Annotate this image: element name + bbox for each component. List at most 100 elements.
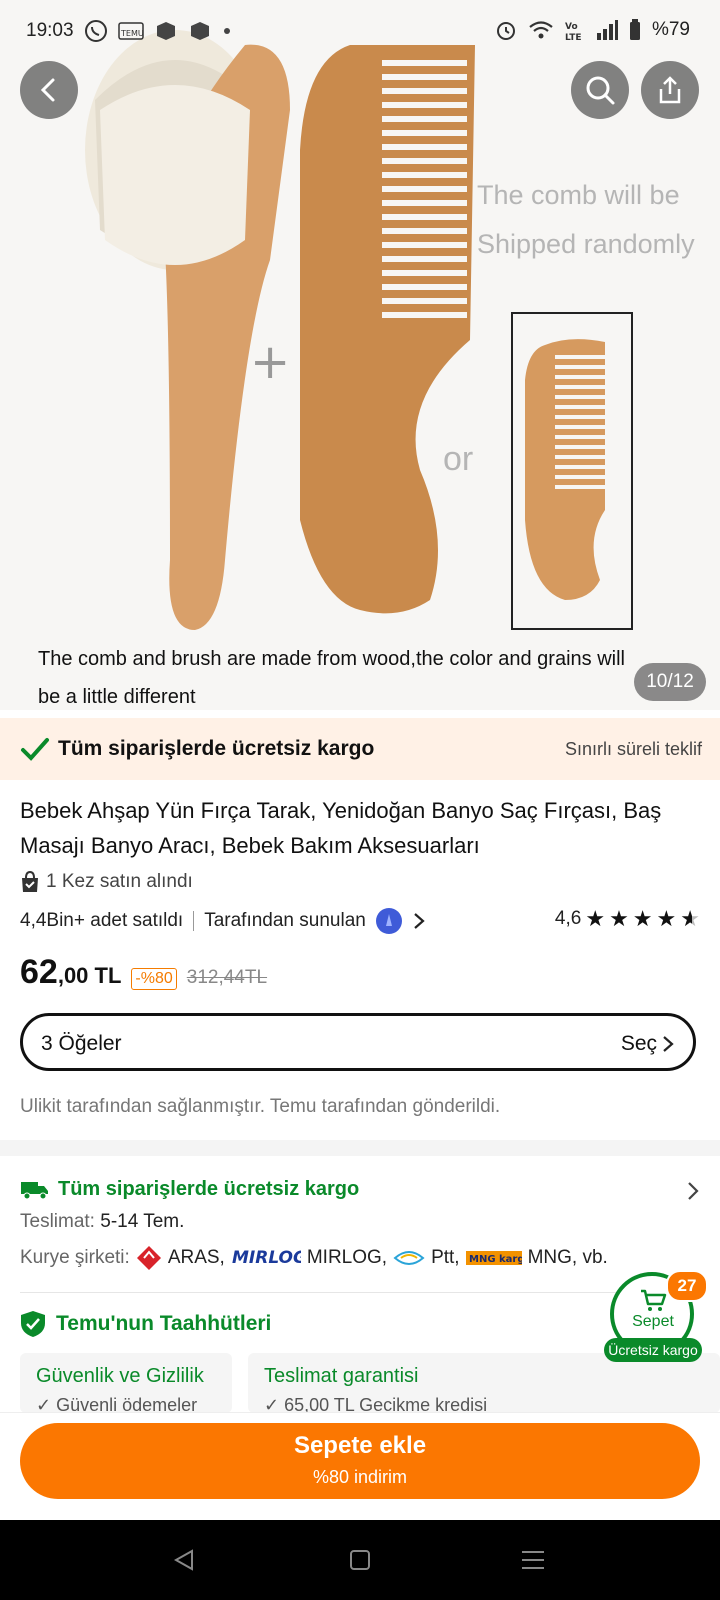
price-row: 62 ,00 TL -%80 312,44TL [20,953,267,992]
product-title: Bebek Ahşap Yün Fırça Tarak, Yenidoğan B… [20,798,662,858]
sold-row[interactable]: 4,4Bin+ adet satıldı Tarafından sunulan [20,908,426,934]
mng-logo-icon: MNG kargo [465,1251,522,1265]
chevron-left-icon [40,78,55,102]
cart-icon [641,1289,667,1311]
cart-button[interactable]: Sepet 27 Ücretsiz kargo [604,1270,708,1362]
volte-icon: VoLTE [565,22,582,42]
more-dot-icon [224,28,230,34]
svg-text:MIRLOG: MIRLOG [232,1248,301,1268]
nav-home-icon[interactable] [348,1548,372,1572]
card-heading: Teslimat garantisi [264,1365,419,1387]
svg-text:TEMU: TEMU [120,29,144,38]
card-heading: Güvenlik ve Gizlilik [36,1365,204,1387]
signal-icon [596,20,618,40]
temu-icon: TEMU [118,22,144,40]
search-button[interactable] [571,61,629,119]
search-icon [586,76,615,105]
system-nav-bar [0,1520,720,1600]
image-caption-2: be a little different [38,686,196,708]
commitments-title-text: Temu'nun Taahhütleri [56,1312,272,1335]
shield-check-icon [21,1311,45,1337]
courier-label: Kurye şirketi: [20,1247,130,1268]
status-bar: 19:03 TEMU Vo LTE %79 [0,0,720,64]
svg-text:+: + [250,334,290,390]
image-text-or: or [443,440,474,478]
whatsapp-icon [85,20,107,42]
cart-count-badge: 27 [666,1270,708,1302]
select-label: Seç [620,1032,657,1055]
shipping-title[interactable]: Tüm siparişlerde ücretsiz kargo [20,1178,359,1201]
bought-text: 1 Kez satın alındı [46,871,193,892]
rating-value: 4,6 [554,908,582,929]
courier-mng: MNG, vb. [527,1247,608,1268]
bought-info: 1 Kez satın alındı [20,871,193,893]
chevron-right-icon [663,1036,674,1052]
truck-icon [21,1181,48,1199]
divider [20,1292,700,1293]
alarm-icon [496,22,515,40]
battery-icon [629,19,640,40]
half-star-icon: ★ [680,906,700,931]
star-icon: ★ [609,906,629,931]
image-counter: 10/12 [634,663,706,701]
star-icon: ★ [632,906,653,931]
sold-count: 4,4Bin+ adet satıldı [20,910,184,931]
courier-aras: ARAS, [167,1247,225,1268]
add-to-cart-button[interactable]: Sepete ekle %80 indirim [20,1423,700,1499]
courier-info: Kurye şirketi: ARAS, MIRLOG MIRLOG, Ptt,… [20,1245,608,1271]
nav-recents-icon[interactable] [520,1548,546,1572]
item-selector[interactable]: 3 Öğeler Seç [20,1013,696,1071]
courier-mirlog: MIRLOG, [306,1247,388,1268]
old-price: 312,44TL [186,967,268,988]
share-button[interactable] [641,61,699,119]
delivery-value: 5-14 Tem. [100,1211,185,1232]
items-count: 3 Öğeler [41,1032,122,1055]
shopping-bag-icon [22,871,38,892]
star-icon: ★ [656,906,677,931]
price-integer: 62 [20,953,58,991]
wifi-icon [529,21,553,39]
commitments-title[interactable]: Temu'nun Taahhütleri [20,1310,271,1338]
svg-text:Vo: Vo [565,22,578,32]
shipping-title-text: Tüm siparişlerde ücretsiz kargo [58,1178,360,1200]
star-icon: ★ [585,906,606,931]
chevron-right-icon [414,913,425,929]
back-button[interactable] [20,61,78,119]
package-icon [157,22,175,40]
mirlog-logo-icon: MIRLOG [232,1248,301,1268]
status-right: Vo LTE %79 [494,18,690,42]
delivery-label: Teslimat: [20,1211,95,1232]
card-sub: ✓ Güvenli ödemeler [36,1395,198,1413]
aras-logo-icon [136,1246,161,1270]
chevron-right-icon[interactable] [686,1180,700,1202]
svg-text:MNG kargo: MNG kargo [469,1254,522,1265]
provided-by-text: Ulikit tarafından sağlanmıştır. Temu tar… [20,1096,501,1117]
banner-text: Tüm siparişlerde ücretsiz kargo [58,737,375,760]
rating[interactable]: 4,6 ★ ★ ★ ★ ★ [555,908,700,930]
check-icon [21,738,49,761]
package-icon [191,22,209,40]
free-shipping-banner[interactable]: Tüm siparişlerde ücretsiz kargo Sınırlı … [0,718,720,780]
select-button[interactable]: Seç [621,1032,675,1056]
commitment-card-security[interactable]: Güvenlik ve Gizlilik ✓ Güvenli ödemeler [20,1353,232,1413]
svg-text:LTE: LTE [565,33,582,42]
commitment-card-delivery[interactable]: Teslimat garantisi ✓ 65,00 TL Gecikme kr… [248,1353,720,1413]
cart-label: Sepet [632,1313,674,1330]
courier-ptt: Ptt, [431,1247,460,1268]
nav-back-icon[interactable] [172,1548,196,1572]
delivery-info: Teslimat: 5-14 Tem. [20,1211,184,1233]
card-sub: ✓ 65,00 TL Gecikme kredisi [264,1395,488,1413]
seller-avatar-icon [375,908,402,934]
section-divider [0,1140,720,1156]
status-time: 19:03 [26,20,74,41]
image-text-comb: The comb will be [477,180,680,210]
offered-by-label: Tarafından sunulan [204,910,366,931]
free-shipping-badge: Ücretsiz kargo [604,1338,702,1362]
price-decimal: ,00 TL [57,963,122,988]
discount-badge: -%80 [131,968,177,990]
image-caption-1: The comb and brush are made from wood,th… [38,648,625,670]
share-icon [659,76,681,104]
divider [193,911,195,931]
image-text-shipped: Shipped randomly [477,229,695,259]
add-to-cart-label: Sepete ekle [293,1432,427,1459]
